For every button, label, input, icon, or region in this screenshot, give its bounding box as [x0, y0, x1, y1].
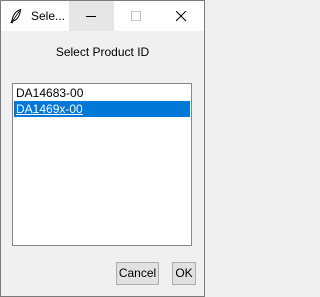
- dialog-window: Sele... Select Product ID DA14683-00 DA1…: [0, 0, 205, 297]
- feather-icon: [8, 8, 24, 24]
- close-icon: [176, 11, 187, 22]
- window-title: Sele...: [31, 9, 66, 23]
- product-id-listbox[interactable]: DA14683-00 DA1469x-00: [12, 83, 192, 246]
- close-button[interactable]: [159, 1, 204, 31]
- maximize-button[interactable]: [114, 1, 159, 31]
- minimize-icon: [86, 16, 96, 17]
- list-item-selected[interactable]: DA1469x-00: [14, 101, 190, 117]
- title-bar[interactable]: Sele...: [1, 1, 204, 31]
- list-item[interactable]: DA14683-00: [14, 85, 190, 101]
- cancel-button[interactable]: Cancel: [116, 262, 159, 285]
- ok-button[interactable]: OK: [172, 262, 196, 285]
- minimize-button[interactable]: [69, 1, 114, 31]
- maximize-icon: [131, 11, 141, 21]
- prompt-label: Select Product ID: [55, 45, 150, 59]
